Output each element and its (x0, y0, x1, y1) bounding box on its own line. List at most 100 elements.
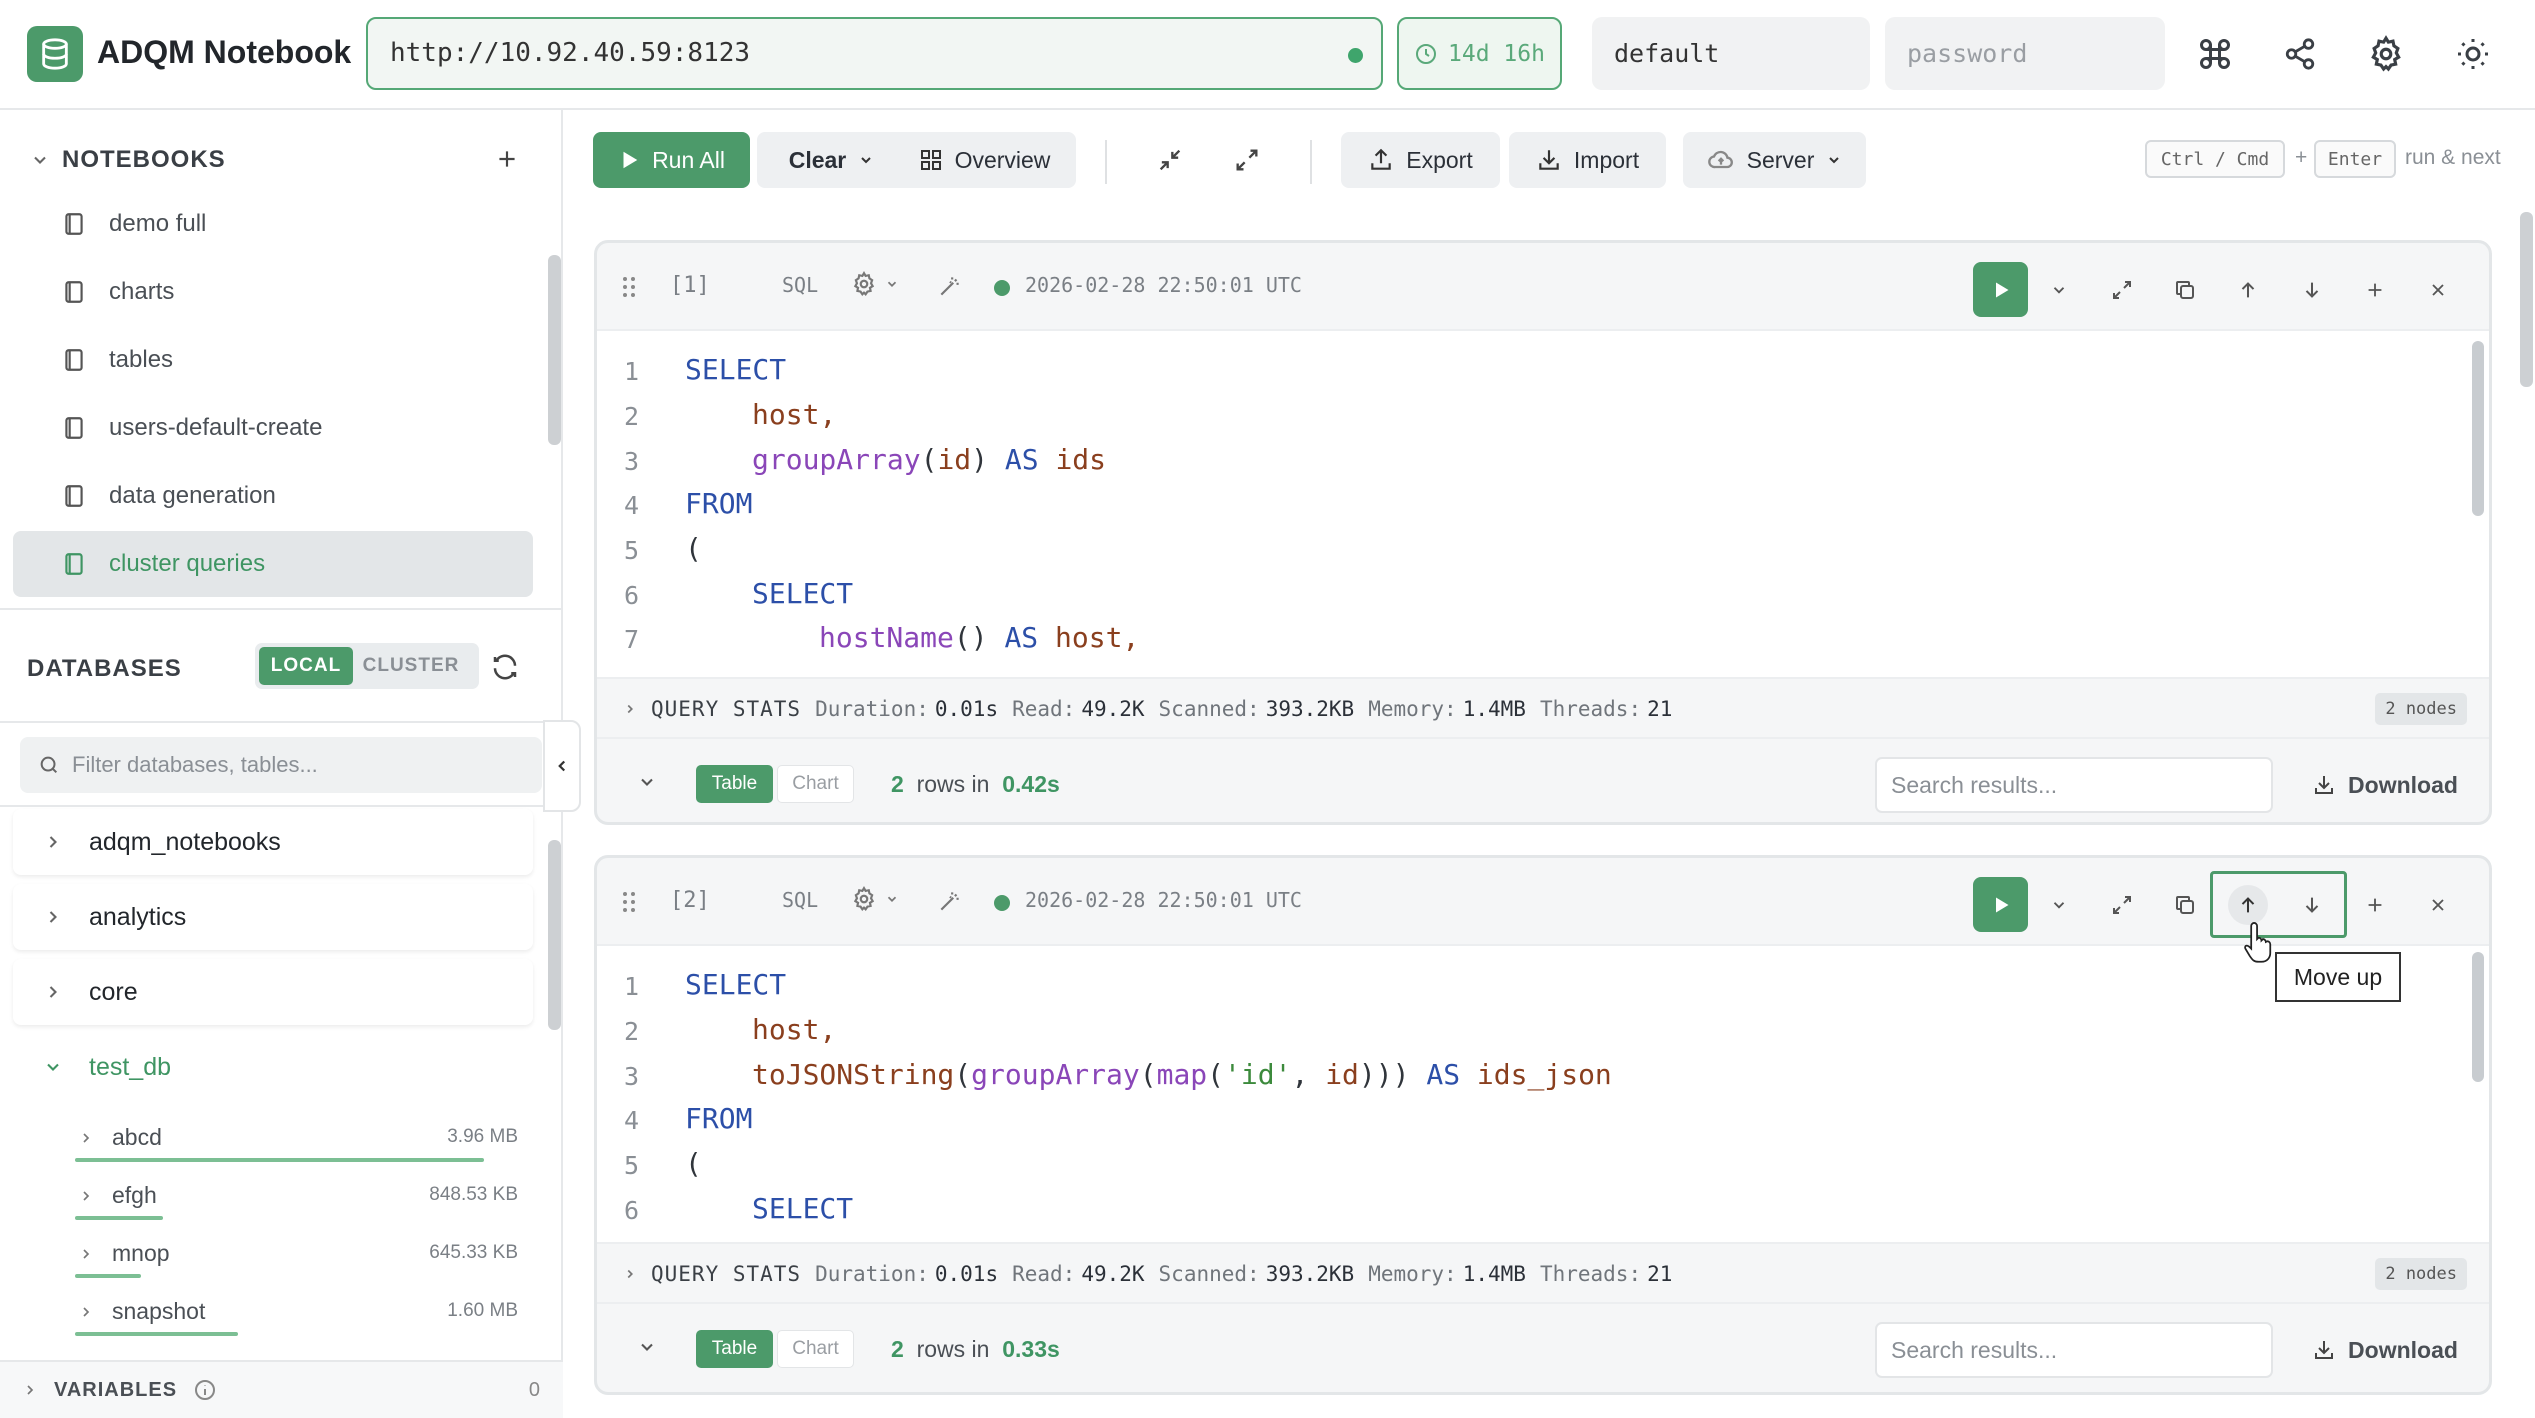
collapse-sidebar-button[interactable] (543, 720, 581, 812)
sql-editor[interactable]: 1 2 3 4 5 6 7 SELECT host, groupArray(id… (597, 329, 2489, 679)
add-cell-below-button[interactable] (2355, 885, 2395, 925)
database-item-test-db[interactable]: test_db (13, 1034, 533, 1100)
format-query-button[interactable] (937, 888, 963, 914)
notebook-item-tables[interactable]: tables (13, 327, 533, 393)
settings-button[interactable] (2362, 30, 2410, 78)
share-button[interactable] (2276, 30, 2324, 78)
move-cell-up-button[interactable] (2228, 885, 2268, 925)
close-icon (2432, 284, 2444, 296)
row-count: 2 (891, 771, 904, 797)
database-icon (42, 38, 68, 70)
query-stats-bar[interactable]: QUERY STATS Duration: 0.01s Read: 49.2K Sc… (597, 681, 2489, 737)
editor-scrollbar[interactable] (2472, 341, 2484, 516)
arrow-down-icon (2305, 282, 2319, 298)
search-results-input[interactable]: Search results... (1875, 1322, 2273, 1378)
delete-cell-button[interactable] (2418, 885, 2458, 925)
table-item-efgh[interactable]: efgh 848.53 KB (75, 1168, 518, 1224)
table-item-abcd[interactable]: abcd 3.96 MB (75, 1110, 518, 1166)
code-line: FROM (685, 1102, 752, 1135)
theme-toggle-button[interactable] (2449, 30, 2497, 78)
run-all-button[interactable]: Run All (593, 132, 750, 188)
run-options-button[interactable] (2039, 270, 2079, 310)
clear-button[interactable]: Clear (757, 132, 906, 188)
notebook-item-demo-full[interactable]: demo full (13, 191, 533, 257)
query-stats-bar[interactable]: QUERY STATS Duration: 0.01s Read: 49.2K Sc… (597, 1246, 2489, 1302)
gear-icon (853, 886, 875, 911)
scope-cluster-tab[interactable]: CLUSTER (353, 647, 469, 685)
sql-editor[interactable]: 1 2 3 4 5 6 SELECT host, toJSONString(gr… (597, 944, 2489, 1244)
refresh-databases-button[interactable] (490, 652, 520, 682)
password-input[interactable]: password (1885, 17, 2165, 90)
duplicate-cell-button[interactable] (2165, 270, 2205, 310)
format-query-button[interactable] (937, 273, 963, 299)
drag-handle[interactable] (619, 890, 639, 914)
notebook-cell-2: [2] SQL 2026-02-28 22:50:01 UTC 1 2 3 4 … (594, 855, 2492, 1395)
cell-settings-button[interactable] (851, 886, 899, 912)
table-item-snapshot[interactable]: snapshot 1.60 MB (75, 1284, 518, 1340)
variables-section-toggle[interactable]: VARIABLES 0 (0, 1360, 563, 1418)
section-divider (0, 608, 561, 610)
notebook-item-cluster-queries[interactable]: cluster queries (13, 531, 533, 597)
fullscreen-cell-button[interactable] (2102, 270, 2142, 310)
notebook-item-users-default-create[interactable]: users-default-create (13, 395, 533, 461)
code-punct: , (819, 1013, 837, 1046)
view-table-tab[interactable]: Table (696, 765, 773, 803)
databases-scrollbar[interactable] (548, 840, 561, 1030)
command-palette-button[interactable] (2191, 30, 2239, 78)
database-item-core[interactable]: core (13, 959, 533, 1025)
overview-button[interactable]: Overview (893, 132, 1076, 188)
download-button[interactable]: Download (2297, 757, 2473, 813)
line-number: 1 (623, 357, 639, 386)
run-options-button[interactable] (2039, 885, 2079, 925)
server-url-value: http://10.92.40.59:8123 (390, 38, 751, 68)
database-item-adqm-notebooks[interactable]: adqm_notebooks (13, 809, 533, 875)
server-url-input[interactable]: http://10.92.40.59:8123 (366, 17, 1383, 90)
view-chart-tab[interactable]: Chart (777, 765, 854, 803)
collapse-all-button[interactable] (1156, 146, 1184, 174)
server-menu-button[interactable]: Server (1683, 132, 1866, 188)
notebook-label: demo full (109, 210, 207, 237)
expand-all-button[interactable] (1233, 146, 1261, 174)
view-chart-tab[interactable]: Chart (777, 1330, 854, 1368)
database-item-analytics[interactable]: analytics (13, 884, 533, 950)
run-cell-button[interactable] (1973, 262, 2028, 317)
code-line: host, (752, 1013, 836, 1046)
refresh-icon (493, 654, 517, 680)
scope-local-tab[interactable]: LOCAL (259, 647, 353, 685)
main-scrollbar[interactable] (2520, 212, 2533, 387)
notebook-item-charts[interactable]: charts (13, 259, 533, 325)
fullscreen-cell-button[interactable] (2102, 885, 2142, 925)
toggle-results-button[interactable] (637, 1337, 657, 1357)
play-icon (623, 151, 638, 169)
chevron-down-icon (641, 778, 653, 786)
toggle-results-button[interactable] (637, 772, 657, 792)
import-button[interactable]: Import (1509, 132, 1666, 188)
delete-cell-button[interactable] (2418, 270, 2458, 310)
move-cell-down-button[interactable] (2292, 270, 2332, 310)
editor-scrollbar[interactable] (2472, 952, 2484, 1082)
drag-handle[interactable] (619, 275, 639, 299)
search-results-input[interactable]: Search results... (1875, 757, 2273, 813)
view-table-tab[interactable]: Table (696, 1330, 773, 1368)
notebook-item-data-generation[interactable]: data generation (13, 463, 533, 529)
table-item-mnop[interactable]: mnop 645.33 KB (75, 1226, 518, 1282)
add-notebook-button[interactable] (494, 146, 520, 172)
cell-settings-button[interactable] (851, 271, 899, 297)
notebooks-scrollbar[interactable] (548, 255, 561, 445)
export-button[interactable]: Export (1341, 132, 1500, 188)
cell-language[interactable]: SQL (782, 888, 818, 912)
run-cell-button[interactable] (1973, 877, 2028, 932)
notebooks-section-toggle[interactable]: NOTEBOOKS (30, 146, 226, 174)
cell-language[interactable]: SQL (782, 273, 818, 297)
move-cell-down-button[interactable] (2292, 885, 2332, 925)
download-button[interactable]: Download (2297, 1322, 2473, 1378)
move-cell-up-button[interactable] (2228, 270, 2268, 310)
add-cell-below-button[interactable] (2355, 270, 2395, 310)
stat-scanned: 393.2KB (1265, 1262, 1355, 1286)
session-ttl-badge[interactable]: 14d 16h (1397, 17, 1562, 90)
database-filter-input[interactable]: Filter databases, tables... (20, 737, 542, 793)
username-input[interactable]: default (1592, 17, 1870, 90)
duplicate-cell-button[interactable] (2165, 885, 2205, 925)
cell-index: [2] (670, 888, 710, 913)
query-stats-label: QUERY STATS (651, 697, 802, 721)
